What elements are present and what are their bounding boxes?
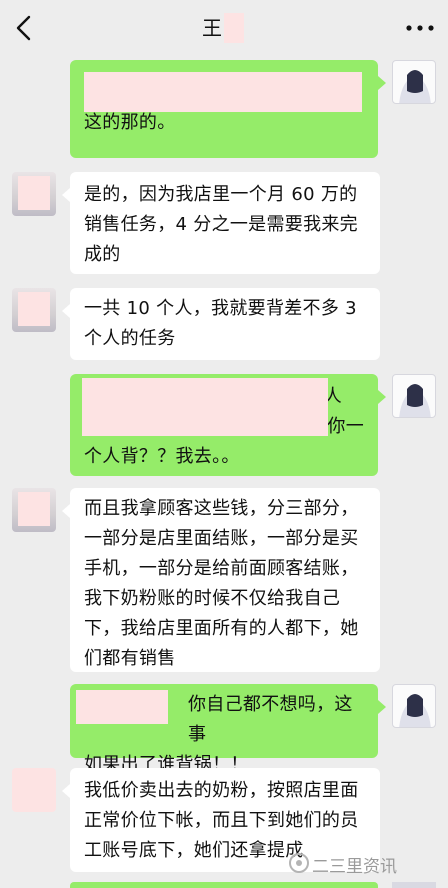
privacy-mask — [18, 292, 50, 326]
message-text-line: 一共 10 个人，我就要背差不多 3 — [84, 298, 357, 319]
message-text-line: 而且我拿顾客这些钱，分三部分， — [84, 498, 359, 519]
chat-bubble[interactable]: 一共 10 个人，我就要背差不多 3 个人的任务 — [70, 288, 380, 360]
bubble-tail — [62, 304, 70, 318]
avatar[interactable] — [12, 768, 56, 812]
privacy-mask — [82, 378, 328, 436]
message-text-line: 个人的任务 — [84, 328, 176, 349]
message-text-line: 我下奶粉账的时候不仅给我自己 — [84, 588, 341, 609]
message-text-line: 我低价卖出去的奶粉，按照店里面 — [84, 780, 359, 801]
privacy-mask — [224, 13, 244, 43]
message-text-line: 个人背？？我去。。 — [84, 446, 240, 467]
avatar[interactable] — [392, 374, 436, 418]
message-text-line: 正常价位下帐，而且下到她们的员 — [84, 810, 359, 831]
message-text-line: 销售任务，4 分之一是需要我来完 — [84, 214, 358, 235]
message-text-line: 是的，因为我店里一个月 60 万的 — [84, 184, 358, 205]
message-text-line: 成的 — [84, 244, 121, 265]
chat-bubble[interactable]: 是的，因为我店里一个月 60 万的 销售任务，4 分之一是需要我来完 成的 — [70, 172, 380, 274]
watermark-logo-icon — [289, 853, 309, 873]
message-text-line: 们都有销售 — [84, 648, 176, 669]
chat-bubble[interactable] — [70, 882, 378, 888]
privacy-mask — [18, 176, 50, 210]
privacy-mask — [84, 72, 362, 112]
avatar[interactable] — [392, 684, 436, 728]
chevron-left-icon[interactable] — [12, 14, 36, 42]
chat-title: 王 — [202, 16, 222, 40]
bubble-tail — [62, 504, 70, 518]
avatar-sketch-icon — [399, 384, 431, 417]
avatar-sketch-icon — [399, 70, 431, 103]
message-text-line: 下，我给店里面所有的人都下，她 — [84, 618, 359, 639]
avatar[interactable] — [12, 488, 56, 532]
watermark-text: 二三里资讯 — [312, 857, 397, 877]
avatar[interactable] — [392, 60, 436, 104]
avatar[interactable] — [392, 882, 436, 888]
message-text-line: 这的那的。 — [84, 112, 176, 133]
avatar-sketch-icon — [399, 694, 431, 727]
message-text-line: 一部分是店里面结账，一部分是买 — [84, 528, 359, 549]
chat-bubble[interactable]: 而且我拿顾客这些钱，分三部分， 一部分是店里面结账，一部分是买 手机，一部分是给… — [70, 488, 380, 672]
chat-header: 王 — [0, 0, 448, 56]
bubble-tail — [378, 700, 386, 714]
bubble-tail — [378, 76, 386, 90]
bubble-tail — [378, 390, 386, 404]
more-dots-icon[interactable] — [404, 18, 436, 38]
privacy-mask — [18, 492, 50, 526]
privacy-mask — [76, 690, 168, 724]
bubble-tail — [62, 188, 70, 202]
avatar[interactable] — [12, 172, 56, 216]
avatar[interactable] — [12, 288, 56, 332]
message-text-line: 手机，一部分是给前面顾客结账， — [84, 558, 359, 579]
bubble-tail — [62, 784, 70, 798]
